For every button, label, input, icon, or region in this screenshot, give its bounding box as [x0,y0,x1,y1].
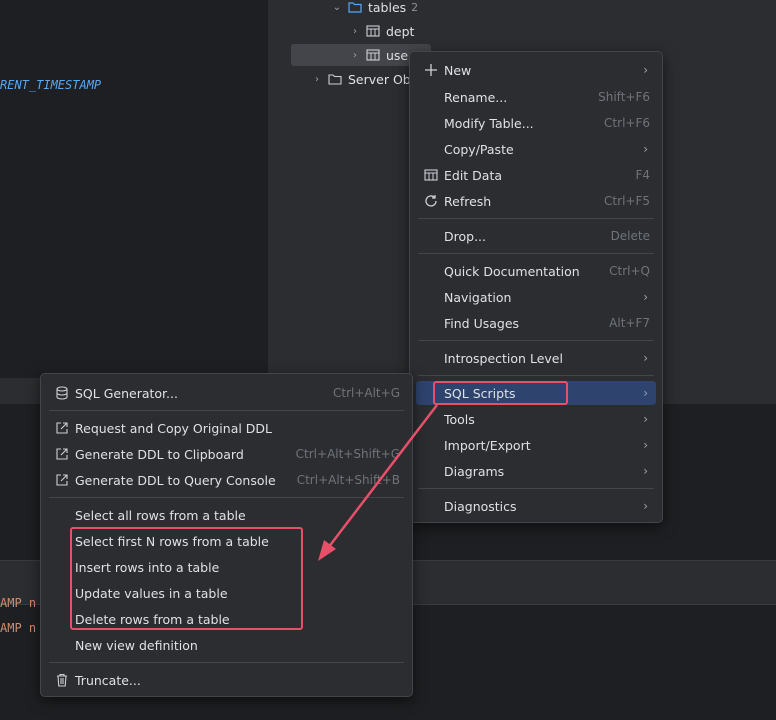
annotation-arrow-line [327,404,438,549]
annotation-arrow-head [318,540,336,561]
annotation-arrow [318,404,438,561]
